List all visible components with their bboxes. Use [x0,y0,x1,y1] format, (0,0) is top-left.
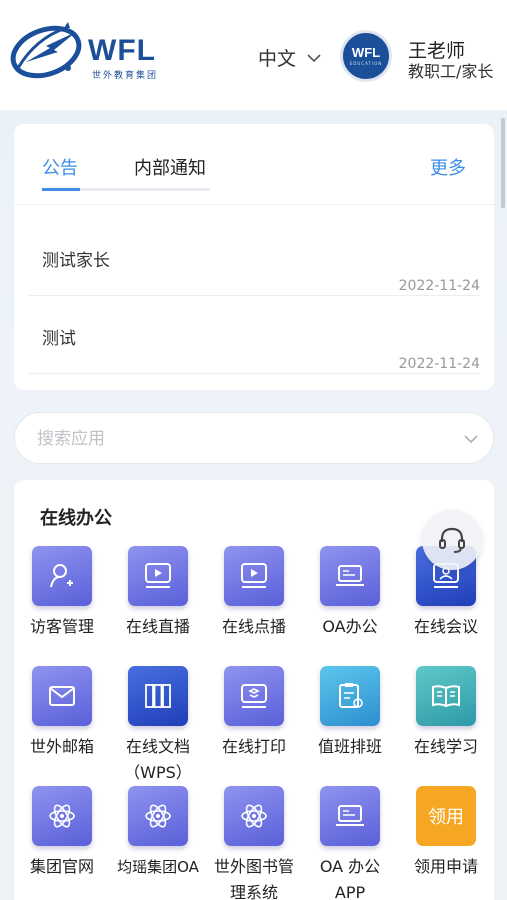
app-label: 访客管理 [29,617,94,636]
app-header: WFL 世外教育集团 中文 WFL EDUCATION 王老师 教职工/家长 [0,0,507,110]
app-video-on-demand[interactable]: 在线点播 [206,546,302,640]
app-juneyao-oa[interactable]: 均瑶集团OA [110,786,206,880]
notice-title: 测试家长 [42,251,110,271]
tab-internal-notices[interactable]: 内部通知 [134,154,206,180]
oa-icon [320,546,380,606]
vod-icon [224,546,284,606]
avatar[interactable]: WFL EDUCATION [340,30,392,82]
claim-badge-text: 领用 [428,807,464,828]
scrollbar[interactable] [501,118,505,208]
claim-icon: 领用 [416,786,476,846]
app-label: 在线点播 [221,617,286,636]
search-input[interactable] [37,427,437,451]
app-label: 值班排班 [317,737,382,756]
notice-card: 公告 内部通知 更多 测试家长 2022-11-24 测试 2022-11-24 [14,124,494,390]
mail-icon [32,666,92,726]
atom-icon [32,786,92,846]
wfl-logo: WFL 世外教育集团 [6,18,176,88]
app-label: 在线直播 [125,617,190,636]
app-label: 均瑶集团OA [117,858,199,876]
app-duty-schedule[interactable]: 值班排班 [302,666,398,760]
duty-icon [320,666,380,726]
app-oa-office-app[interactable]: OA 办公 APP [302,786,398,900]
chevron-down-icon[interactable] [463,431,479,447]
customer-support-button[interactable] [422,510,482,570]
avatar-subtext: EDUCATION [349,61,383,66]
app-visitor-management[interactable]: 访客管理 [14,546,110,640]
notice-title: 测试 [42,329,76,349]
notice-date: 2022-11-24 [398,278,480,294]
chevron-down-icon [307,53,321,62]
app-group-website[interactable]: 集团官网 [14,786,110,880]
section-title: 在线办公 [40,508,112,529]
app-online-docs-wps[interactable]: 在线文档 （WPS） [110,666,206,786]
globe-logo-icon [10,22,82,79]
notice-date: 2022-11-24 [398,356,480,372]
logo-subtitle: 世外教育集团 [92,71,159,81]
user-role: 教职工/家长 [408,62,494,81]
language-selector[interactable]: 中文 [258,44,322,71]
atom-icon [224,786,284,846]
app-online-learning[interactable]: 在线学习 [398,666,494,760]
app-label: 世外图书管 理系统 [213,857,294,900]
app-library-system[interactable]: 世外图书管 理系统 [206,786,302,900]
app-label: 在线学习 [413,737,478,756]
live-icon [128,546,188,606]
app-label: OA办公 [322,617,378,636]
divider [14,204,494,205]
language-label: 中文 [258,48,297,70]
app-label: 在线打印 [221,737,286,756]
print-icon [224,666,284,726]
app-label: 在线会议 [413,617,478,636]
app-label: 领用申请 [413,857,478,876]
app-label: 集团官网 [29,857,94,876]
app-label: OA 办公 APP [319,857,381,900]
app-mail[interactable]: 世外邮箱 [14,666,110,760]
visitor-icon [32,546,92,606]
laptop-icon [320,786,380,846]
notice-item[interactable]: 测试 2022-11-24 [28,296,480,374]
app-claim-request[interactable]: 领用 领用申请 [398,786,494,880]
docs-icon [128,666,188,726]
app-oa-office[interactable]: OA办公 [302,546,398,640]
notice-item[interactable]: 测试家长 2022-11-24 [28,218,480,296]
app-label: 在线文档 （WPS） [124,737,192,782]
app-online-print[interactable]: 在线打印 [206,666,302,760]
tab-active-indicator [42,188,80,191]
avatar-text: WFL [351,45,381,60]
book-icon [416,666,476,726]
atom-icon [128,786,188,846]
app-live-stream[interactable]: 在线直播 [110,546,206,640]
tab-announcements[interactable]: 公告 [42,154,78,180]
logo-wordmark: WFL [88,34,156,67]
app-label: 世外邮箱 [29,737,94,756]
headset-icon [439,527,465,553]
more-link[interactable]: 更多 [430,154,466,180]
search-bar[interactable] [14,412,494,464]
